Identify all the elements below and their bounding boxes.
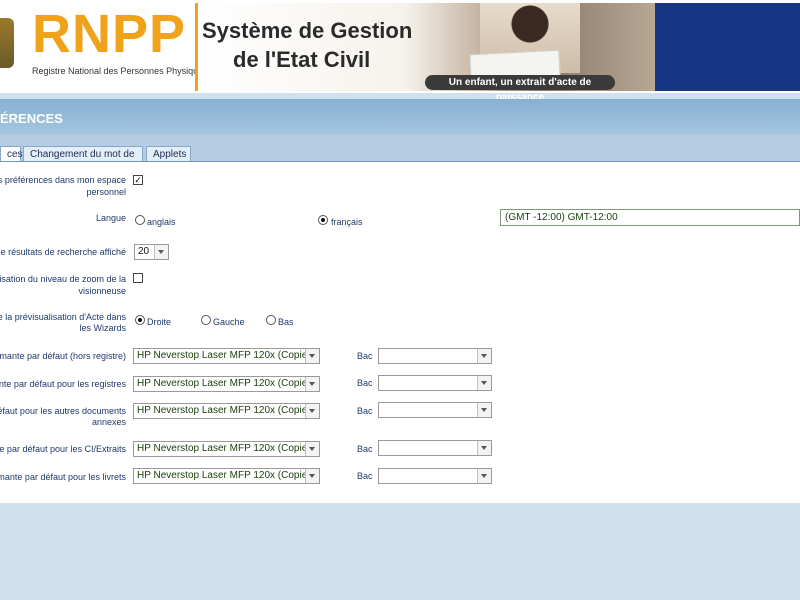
bac-registers-select[interactable] [378, 375, 492, 391]
printer-default-value: HP Neverstop Laser MFP 120x (Copie 1) [137, 350, 319, 361]
bac-label: Bac [357, 471, 373, 481]
printer-annexes-label-line2: annexes [91, 417, 126, 427]
results-count-select[interactable]: 20 [134, 244, 169, 260]
printer-ci-select[interactable]: HP Neverstop Laser MFP 120x (Copie 1) [133, 441, 320, 457]
printer-default-select[interactable]: HP Neverstop Laser MFP 120x (Copie 1) [133, 348, 320, 364]
chevron-down-icon [477, 376, 491, 390]
bac-label: Bac [357, 378, 373, 388]
chevron-down-icon [477, 469, 491, 483]
bac-annexes-select[interactable] [378, 402, 492, 418]
preview-right-label: Droite [147, 317, 172, 327]
printer-booklets-select[interactable]: HP Neverstop Laser MFP 120x (Copie 1) [133, 468, 320, 484]
zoom-memory-checkbox[interactable] [133, 273, 143, 283]
tab-preferences[interactable]: ces [0, 146, 23, 162]
language-french-label: français [331, 217, 363, 227]
chevron-down-icon [305, 349, 319, 363]
section-header [0, 99, 800, 135]
chevron-down-icon [305, 442, 319, 456]
zoom-memory-label-line2: visionneuse [78, 286, 126, 296]
page-footer-area [0, 503, 800, 600]
personal-prefs-label-line2: personnel [86, 187, 126, 197]
preview-position-label-line2: les Wizards [79, 323, 126, 333]
bac-label: Bac [357, 351, 373, 361]
timezone-field[interactable]: (GMT -12:00) GMT-12:00 [500, 209, 800, 226]
preview-radio-left[interactable] [201, 315, 211, 325]
chevron-down-icon [477, 349, 491, 363]
chevron-down-icon [477, 403, 491, 417]
zoom-memory-label-line1: émorisation du niveau de zoom de la [0, 274, 126, 284]
preview-radio-bottom[interactable] [266, 315, 276, 325]
bac-booklets-select[interactable] [378, 468, 492, 484]
banner-slogan: Un enfant, un extrait d'acte de naissanc… [425, 75, 615, 103]
app-title-line1: Système de Gestion [202, 18, 413, 43]
printer-annexes-value: HP Neverstop Laser MFP 120x (Copie 1) [137, 405, 319, 416]
bac-ci-select[interactable] [378, 440, 492, 456]
printer-booklets-value: HP Neverstop Laser MFP 120x (Copie 1) [137, 470, 319, 481]
printer-annexes-select[interactable]: HP Neverstop Laser MFP 120x (Copie 1) [133, 403, 320, 419]
chevron-down-icon [305, 377, 319, 391]
app-title-line2: de l'Etat Civil [233, 47, 371, 72]
printer-registers-value: HP Neverstop Laser MFP 120x (Copie 1) [137, 378, 319, 389]
preview-radio-right[interactable] [135, 315, 145, 325]
logo-subtitle: Registre National des Personnes Physique… [32, 66, 208, 76]
chevron-down-icon [305, 404, 319, 418]
personal-prefs-label-line1: r les préférences dans mon espace [0, 175, 126, 185]
language-label: Langue [95, 213, 126, 223]
printer-booklets-label: mprimante par défaut pour les livrets [0, 472, 126, 482]
chevron-down-icon [477, 441, 491, 455]
bac-label: Bac [357, 406, 373, 416]
bac-default-select[interactable] [378, 348, 492, 364]
printer-default-label: mprimante par défaut (hors registre) [0, 351, 126, 361]
language-radio-english[interactable] [135, 215, 145, 225]
results-count-value: 20 [138, 246, 150, 257]
language-english-label: anglais [147, 217, 176, 227]
chevron-down-icon [154, 245, 168, 259]
printer-registers-label: imante par défaut pour les registres [0, 379, 126, 389]
preview-left-label: Gauche [213, 317, 245, 327]
language-radio-french[interactable] [318, 215, 328, 225]
personal-prefs-checkbox[interactable]: ✓ [133, 175, 143, 185]
results-count-label: re de résultats de recherche affiché [0, 247, 126, 257]
coat-of-arms-icon [0, 18, 14, 68]
bac-label: Bac [357, 444, 373, 454]
banner-right-panel [655, 3, 800, 91]
printer-registers-select[interactable]: HP Neverstop Laser MFP 120x (Copie 1) [133, 376, 320, 392]
preview-bottom-label: Bas [278, 317, 294, 327]
tab-applets[interactable]: Applets [146, 146, 191, 162]
printer-ci-value: HP Neverstop Laser MFP 120x (Copie 1) [137, 443, 319, 454]
page-title: ÉRENCES [0, 111, 63, 126]
tab-password-change[interactable]: Changement du mot de passe [23, 146, 143, 176]
printer-ci-label: mante par défaut pour les CI/Extraits [0, 444, 126, 454]
chevron-down-icon [305, 469, 319, 483]
rnpp-logo: RNPP [32, 4, 187, 64]
